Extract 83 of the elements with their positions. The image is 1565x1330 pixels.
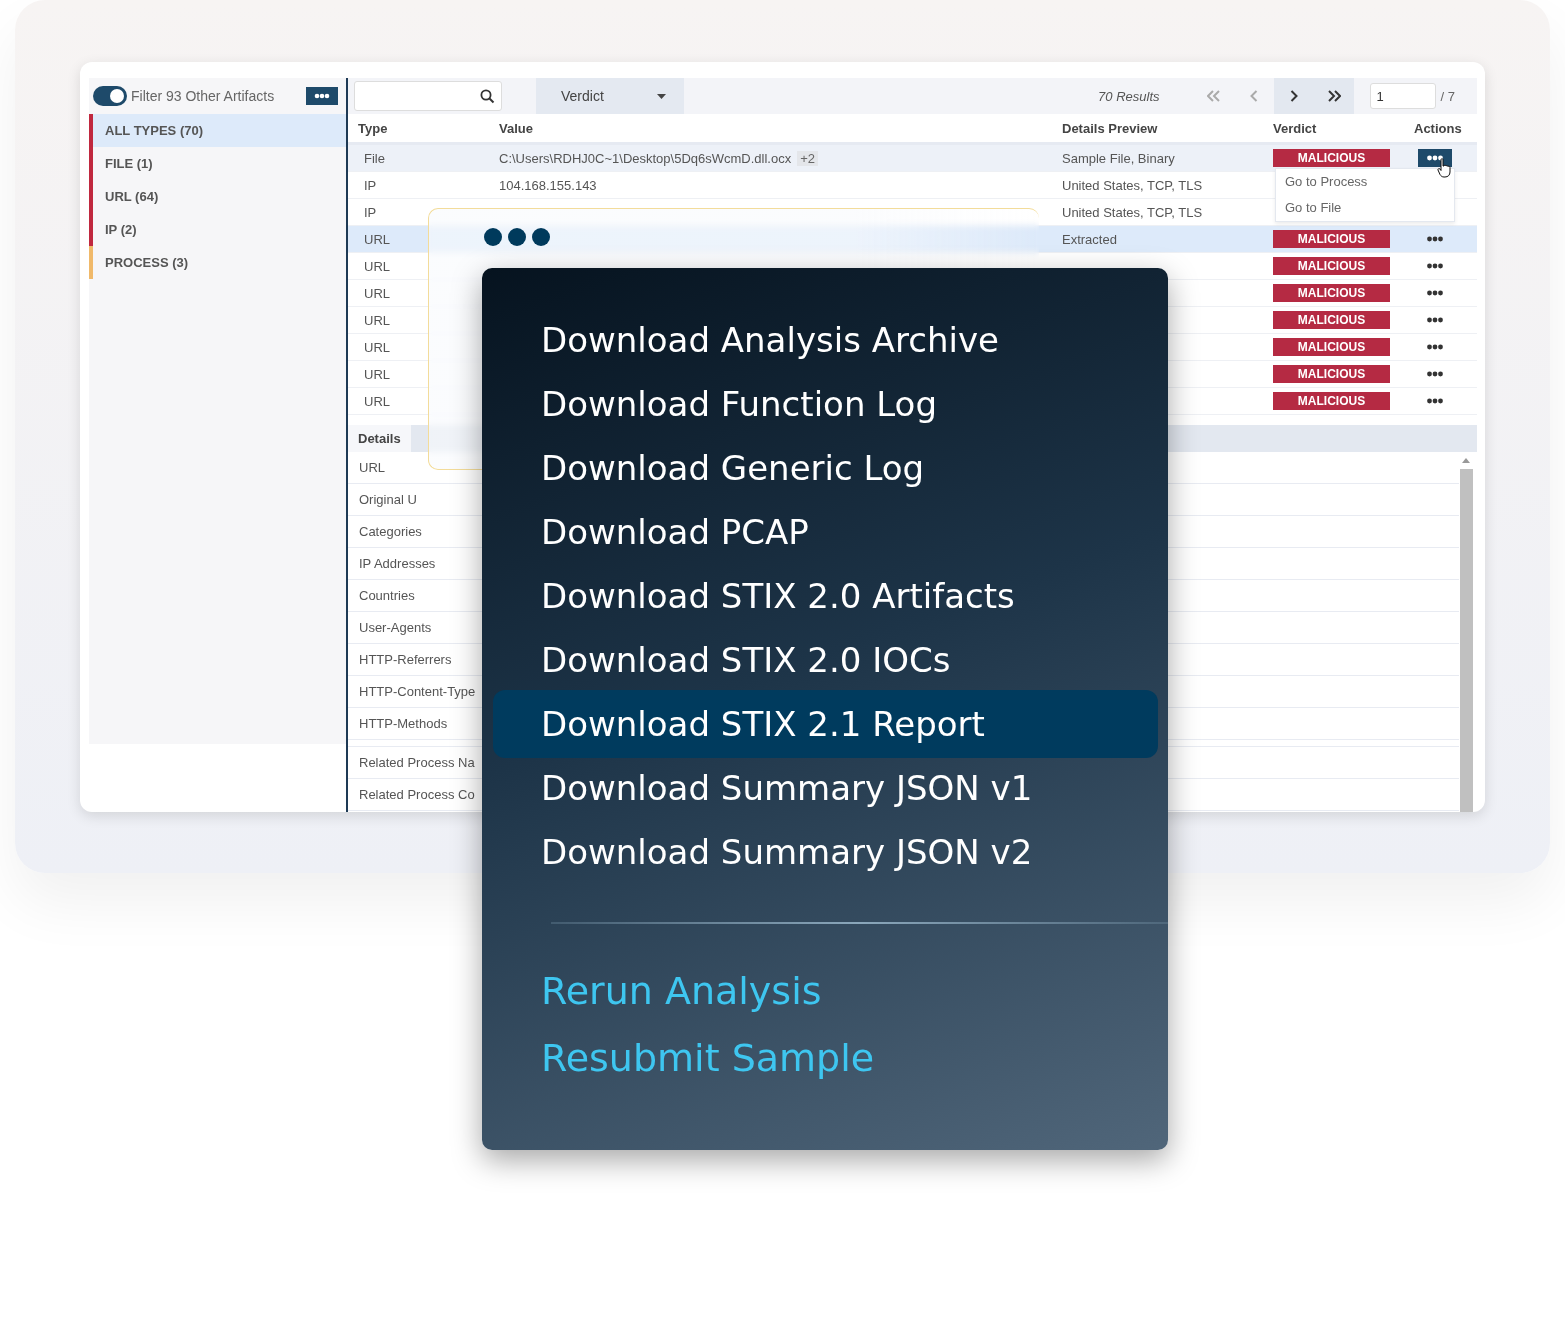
details-cell: United States, TCP, TLS xyxy=(1062,204,1203,220)
field-label: Related Process Co xyxy=(359,787,475,802)
dots-icon xyxy=(1426,344,1444,350)
menu-item[interactable]: Download STIX 2.0 IOCs xyxy=(493,628,1158,692)
column-header: Details Preview xyxy=(1062,120,1159,136)
type-cell: IP xyxy=(364,204,377,220)
field-label: HTTP-Content-Type xyxy=(359,684,476,699)
last-page-button[interactable] xyxy=(1313,78,1354,114)
verdict-badge: MALICIOUS xyxy=(1273,257,1390,275)
menu-item[interactable]: Download Summary JSON v1 xyxy=(493,756,1158,820)
column-header: Actions xyxy=(1414,120,1463,136)
dots-icon xyxy=(1426,398,1444,404)
type-cell: URL xyxy=(364,339,390,355)
count-badge: +2 xyxy=(797,150,819,166)
table-row[interactable]: URL Extracted MALICIOUS xyxy=(348,226,1477,253)
menu-item[interactable]: Resubmit Sample xyxy=(493,1025,1158,1092)
verdict-badge: MALICIOUS xyxy=(1273,311,1390,329)
value-cell: C:\Users\RDHJ0C~1\Desktop\5Dq6sWcmD.dll.ocx xyxy=(499,150,792,166)
verdict-badge: MALICIOUS xyxy=(1273,338,1390,356)
verdict-badge: MALICIOUS xyxy=(1273,284,1390,302)
type-cell: URL xyxy=(364,393,390,409)
column-header: Verdict xyxy=(1273,120,1318,136)
field-label: URL xyxy=(359,460,385,475)
filter-label: Filter 93 Other Artifacts xyxy=(131,88,276,104)
type-cell: URL xyxy=(364,312,390,328)
row-actions-button[interactable] xyxy=(1418,149,1452,167)
verdict-badge: MALICIOUS xyxy=(1273,392,1390,410)
dots-icon xyxy=(1426,290,1444,296)
table-row[interactable]: File C:\Users\RDHJ0C~1\Desktop\5Dq6sWcmD.dll.ocx +2 Sample File, Binary MALICIOUS xyxy=(348,145,1477,172)
menu-item[interactable]: Download STIX 2.0 Artifacts xyxy=(493,564,1158,628)
dots-icon xyxy=(1426,236,1444,242)
type-cell: File xyxy=(364,150,385,166)
page-total: / 7 xyxy=(1440,88,1455,104)
field-label: Categories xyxy=(359,524,422,539)
field-label: IP Addresses xyxy=(359,556,436,571)
menu-item[interactable]: Rerun Analysis xyxy=(493,958,1158,1025)
dots-icon xyxy=(1426,263,1444,269)
menu-item[interactable]: Download Summary JSON v2 xyxy=(493,820,1158,884)
type-cell: IP xyxy=(364,177,377,193)
details-tab[interactable]: Details xyxy=(348,425,411,452)
dots-icon xyxy=(1426,371,1444,377)
verdict-badge: MALICIOUS xyxy=(1273,365,1390,383)
details-cell: Sample File, Binary xyxy=(1062,150,1175,166)
column-header: Value xyxy=(499,120,534,136)
field-label: Countries xyxy=(359,588,415,603)
verdict-badge: MALICIOUS xyxy=(1273,230,1390,248)
double-chevron-icon xyxy=(1326,90,1341,102)
dots-icon xyxy=(484,228,550,246)
dots-icon xyxy=(1426,155,1444,161)
more-button[interactable] xyxy=(306,87,338,105)
dots-icon xyxy=(314,93,330,99)
verdict-dropdown[interactable]: Verdict xyxy=(536,78,684,114)
field-label: HTTP-Referrers xyxy=(359,652,452,667)
search-field[interactable] xyxy=(354,81,502,111)
verdict-badge: MALICIOUS xyxy=(1273,149,1390,167)
menu-item[interactable]: Download PCAP xyxy=(493,500,1158,564)
value-cell: 104.168.155.143 xyxy=(499,177,597,193)
double-chevron-icon xyxy=(1206,90,1221,102)
details-cell: Extracted xyxy=(1062,231,1117,247)
details-cell: United States, TCP, TLS xyxy=(1062,177,1203,193)
chevron-icon xyxy=(1249,90,1258,102)
search-icon xyxy=(480,88,495,104)
menu-item[interactable]: Download Generic Log xyxy=(493,436,1158,500)
type-cell: URL xyxy=(364,258,390,274)
dots-icon xyxy=(1426,317,1444,323)
field-label: Original U xyxy=(359,492,417,507)
type-cell: URL xyxy=(364,285,390,301)
results-count: 70 Results xyxy=(1098,88,1160,104)
page-input[interactable]: 1 xyxy=(1369,83,1436,109)
caret-icon xyxy=(657,93,666,99)
type-filter-item[interactable]: URL (64) xyxy=(89,180,346,213)
type-filter-item[interactable]: ALL TYPES (70) xyxy=(89,114,346,147)
type-cell: URL xyxy=(364,231,390,247)
field-label: User-Agents xyxy=(359,620,432,635)
chevron-icon xyxy=(1289,90,1298,102)
field-label: Related Process Na xyxy=(359,755,475,770)
scroll-up-icon xyxy=(1462,458,1470,463)
field-label: HTTP-Methods xyxy=(359,716,448,731)
filter-toggle[interactable] xyxy=(93,86,127,106)
menu-item[interactable]: Download STIX 2.1 Report xyxy=(493,690,1158,758)
context-menu-item[interactable]: Go to Process xyxy=(1276,169,1454,195)
type-cell: URL xyxy=(364,366,390,382)
column-header: Type xyxy=(357,120,389,136)
